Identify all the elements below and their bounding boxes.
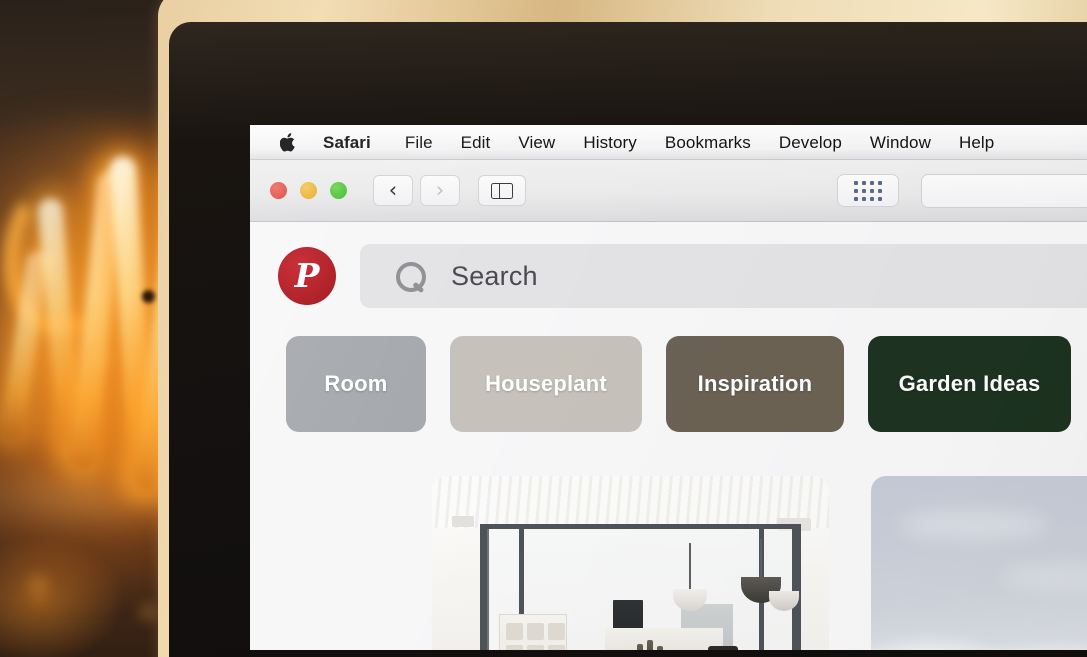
pin-kitchen-image [432, 476, 829, 650]
menu-item-help[interactable]: Help [945, 125, 1008, 160]
category-chip-row: Room Houseplant Inspiration Garden Ideas [250, 324, 1087, 432]
menu-item-file[interactable]: File [391, 125, 447, 160]
pin-sky-clouds[interactable] [871, 476, 1087, 650]
apple-logo-icon[interactable] [280, 132, 298, 153]
photo-scene: Safari File Edit View History Bookmarks … [0, 0, 1087, 657]
cloud [899, 510, 1049, 540]
tab-overview-button[interactable] [837, 174, 899, 207]
chevron-left-icon: ‹ [388, 178, 398, 202]
menu-item-develop[interactable]: Develop [765, 125, 856, 160]
category-chip-room[interactable]: Room [286, 336, 426, 432]
pinterest-header: P Search [250, 222, 1087, 324]
category-chip-inspiration[interactable]: Inspiration [666, 336, 844, 432]
kitchen-shelving-unit [499, 614, 567, 650]
safari-toolbar: ‹ › [250, 160, 1087, 222]
menu-item-history[interactable]: History [569, 125, 651, 160]
macos-menubar: Safari File Edit View History Bookmarks … [250, 125, 1087, 160]
bokeh-light [28, 575, 48, 595]
door-mullion [792, 529, 797, 650]
sidebar-toggle-icon [491, 182, 513, 199]
kitchen-ceiling-vent [452, 516, 474, 527]
menu-item-window[interactable]: Window [856, 125, 945, 160]
filament-dark-spot [142, 290, 155, 303]
kitchen-ceiling [432, 476, 829, 528]
menu-item-edit[interactable]: Edit [447, 125, 505, 160]
cloud [871, 644, 1017, 650]
counter-bottle [647, 640, 653, 650]
menu-item-bookmarks[interactable]: Bookmarks [651, 125, 765, 160]
menu-item-view[interactable]: View [504, 125, 569, 160]
pinterest-logo-icon[interactable]: P [278, 247, 336, 305]
laptop: Safari File Edit View History Bookmarks … [158, 0, 1087, 657]
close-window-button[interactable] [270, 182, 287, 199]
sidebar-toggle-button[interactable] [478, 175, 526, 206]
category-chip-garden-ideas[interactable]: Garden Ideas [868, 336, 1071, 432]
zoom-window-button[interactable] [330, 182, 347, 199]
pendant-lamp-cord [760, 539, 762, 579]
search-placeholder: Search [451, 260, 538, 291]
minimize-window-button[interactable] [300, 182, 317, 199]
counter-bottle [657, 646, 663, 650]
pin-kitchen-bifold-doors[interactable] [432, 476, 829, 650]
address-bar[interactable] [921, 173, 1087, 208]
kitchen-counter [605, 628, 723, 650]
pinterest-page: P Search Room Houseplant Inspiration Gar… [250, 222, 1087, 650]
bokeh-light [140, 604, 156, 620]
laptop-screen: Safari File Edit View History Bookmarks … [250, 125, 1087, 650]
cloud [1001, 564, 1087, 590]
menu-item-safari[interactable]: Safari [323, 125, 391, 160]
counter-appliance [708, 646, 738, 650]
window-traffic-lights [270, 182, 347, 199]
counter-bottle [637, 644, 643, 650]
back-button[interactable]: ‹ [373, 175, 413, 206]
pin-grid [250, 432, 1087, 650]
pin-sky-image [871, 476, 1087, 650]
chevron-right-icon: › [435, 178, 445, 202]
pinterest-search-field[interactable]: Search [360, 244, 1087, 308]
bokeh-light [96, 352, 110, 366]
search-magnifier-icon [396, 261, 426, 292]
kitchen-bifold-door-frame [480, 524, 801, 650]
pinterest-logo-letter: P [294, 255, 320, 295]
category-chip-houseplant[interactable]: Houseplant [450, 336, 642, 432]
forward-button[interactable]: › [420, 175, 460, 206]
pendant-lamp-cord [689, 543, 691, 591]
tab-overview-grid-icon [854, 180, 882, 201]
